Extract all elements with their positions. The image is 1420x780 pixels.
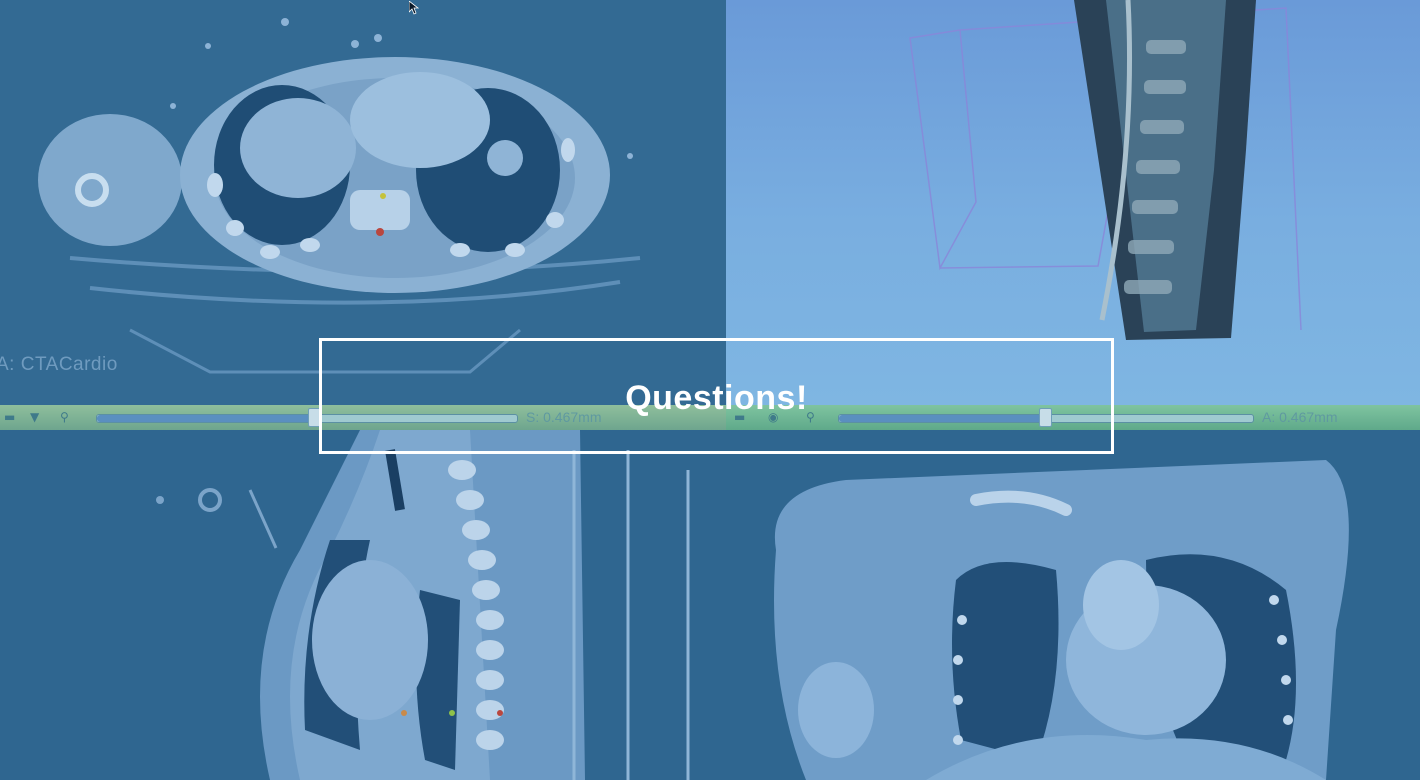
sagittal-viewport[interactable]	[0, 430, 726, 780]
coronal-viewport[interactable]	[726, 430, 1420, 780]
link-icon[interactable]: ⚲	[60, 410, 69, 424]
left-slider-fill	[97, 415, 315, 422]
right-slice-readout: A: 0.467mm	[1262, 409, 1338, 425]
sagittal-ct-image	[156, 430, 690, 780]
chevron-down-icon[interactable]: ▼	[30, 410, 39, 424]
slide-stage: A: CTACardio ▬ ▼ ⚲ S: 0.467mm ▬ ◉ ⚲ A: 0…	[0, 0, 1420, 780]
viewport-series-label: A: CTACardio	[0, 354, 118, 375]
slide-title: Questions!	[625, 378, 808, 417]
questions-box: Questions!	[319, 338, 1114, 454]
coronal-ct-image	[774, 460, 1349, 780]
pin-icon[interactable]: ▬	[4, 410, 15, 424]
mouse-pointer-icon	[409, 1, 419, 15]
